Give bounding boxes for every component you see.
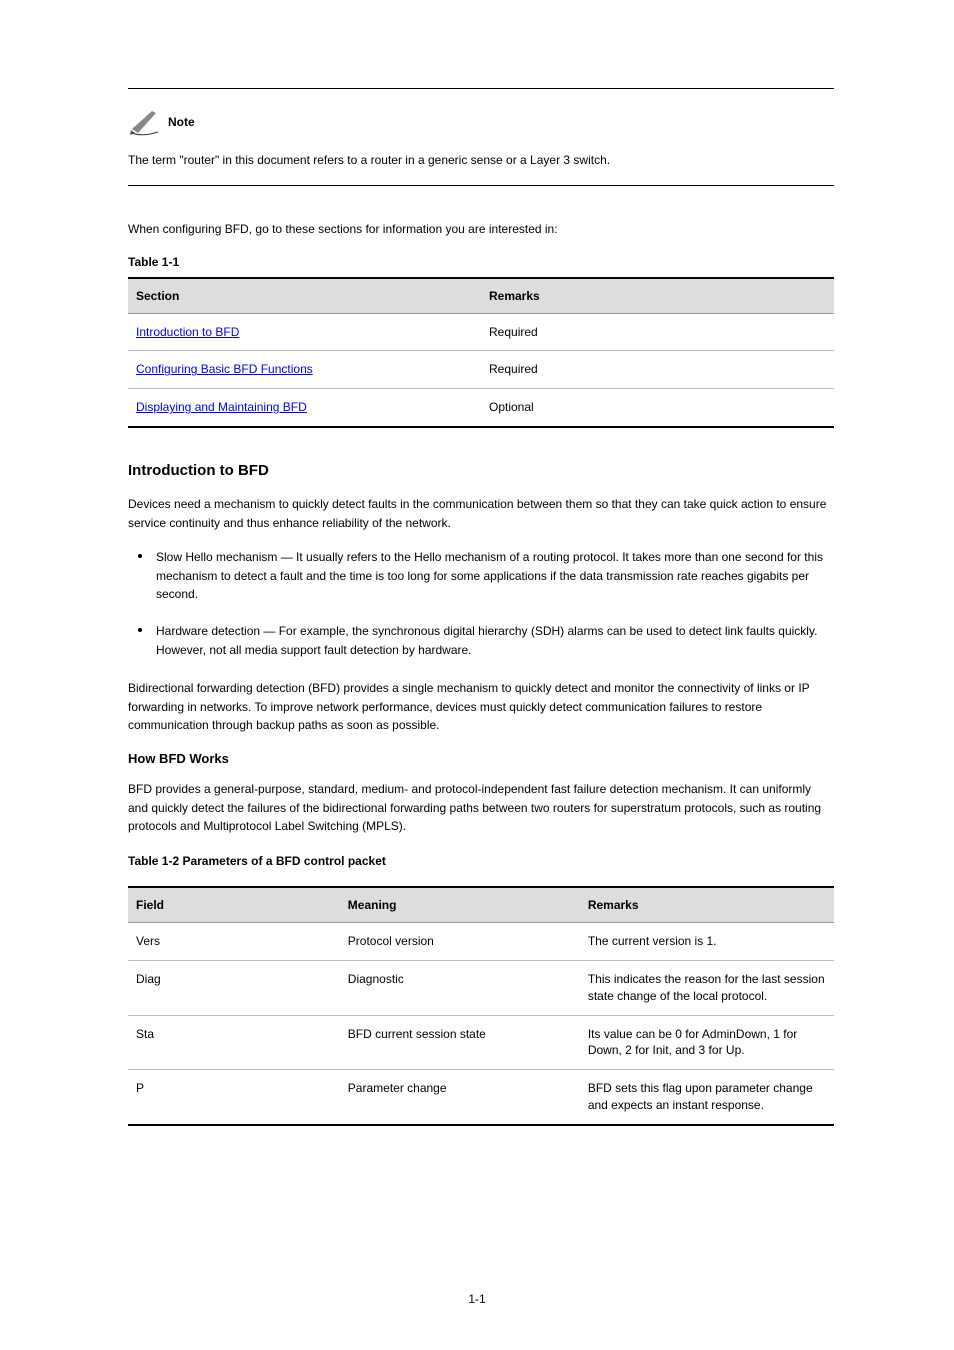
table-1-1: Section Remarks Introduction to BFD Requ… (128, 277, 834, 428)
intro-paragraph: When configuring BFD, go to these sectio… (128, 220, 834, 239)
table-cell: Required (481, 313, 834, 351)
table-header-remarks: Remarks (580, 887, 834, 923)
note-block: Note (128, 107, 834, 137)
table-cell: BFD sets this flag upon parameter change… (580, 1070, 834, 1125)
table-header-meaning: Meaning (340, 887, 580, 923)
table-header-field: Field (128, 887, 340, 923)
table-cell: P (128, 1070, 340, 1125)
bfd-intro-para2: Bidirectional forwarding detection (BFD)… (128, 679, 834, 735)
table-cell: Protocol version (340, 923, 580, 961)
bullet-hardware-detection: Hardware detection — For example, the sy… (128, 622, 834, 659)
bullet-slow-hello: Slow Hello mechanism — It usually refers… (128, 548, 834, 604)
link-configuring-basic-bfd[interactable]: Configuring Basic BFD Functions (136, 362, 313, 376)
table-header-row: Section Remarks (128, 278, 834, 314)
table-cell: Diagnostic (340, 961, 580, 1016)
table-1-1-caption: Table 1-1 (128, 255, 834, 269)
table-cell: Parameter change (340, 1070, 580, 1125)
table-cell: Vers (128, 923, 340, 961)
table-cell: Sta (128, 1015, 340, 1070)
note-label: Note (168, 115, 195, 129)
table-row: Diag Diagnostic This indicates the reaso… (128, 961, 834, 1016)
bfd-intro-para: Devices need a mechanism to quickly dete… (128, 495, 834, 532)
table-header-row: Field Meaning Remarks (128, 887, 834, 923)
table-header-remarks: Remarks (481, 278, 834, 314)
top-horizontal-rule (128, 88, 834, 89)
link-displaying-maintaining-bfd[interactable]: Displaying and Maintaining BFD (136, 400, 307, 414)
table-cell: This indicates the reason for the last s… (580, 961, 834, 1016)
page-number: 1-1 (0, 1292, 954, 1306)
table-cell: Its value can be 0 for AdminDown, 1 for … (580, 1015, 834, 1070)
table-row: Introduction to BFD Required (128, 313, 834, 351)
table-row: Sta BFD current session state Its value … (128, 1015, 834, 1070)
page: Note The term "router" in this document … (0, 0, 954, 1350)
heading-how-bfd-works: How BFD Works (128, 751, 834, 766)
table-cell: BFD current session state (340, 1015, 580, 1070)
link-intro-to-bfd[interactable]: Introduction to BFD (136, 325, 239, 339)
table-cell: Required (481, 351, 834, 389)
note-text: The term "router" in this document refer… (128, 151, 834, 169)
table-row: P Parameter change BFD sets this flag up… (128, 1070, 834, 1125)
table-row: Configuring Basic BFD Functions Required (128, 351, 834, 389)
table-1-2-caption-text: Table 1-2 Parameters of a BFD control pa… (128, 854, 386, 868)
note-icon (128, 107, 162, 137)
how-bfd-works-para: BFD provides a general-purpose, standard… (128, 780, 834, 836)
table-cell: Optional (481, 389, 834, 427)
note-bottom-rule (128, 185, 834, 186)
table-header-section: Section (128, 278, 481, 314)
bullet-list: Slow Hello mechanism — It usually refers… (128, 548, 834, 659)
table-row: Displaying and Maintaining BFD Optional (128, 389, 834, 427)
table-1-2-caption: Table 1-2 Parameters of a BFD control pa… (128, 852, 834, 871)
table-row: Vers Protocol version The current versio… (128, 923, 834, 961)
table-cell: The current version is 1. (580, 923, 834, 961)
heading-introduction-to-bfd: Introduction to BFD (128, 462, 834, 479)
table-1-2: Field Meaning Remarks Vers Protocol vers… (128, 886, 834, 1126)
table-cell: Diag (128, 961, 340, 1016)
